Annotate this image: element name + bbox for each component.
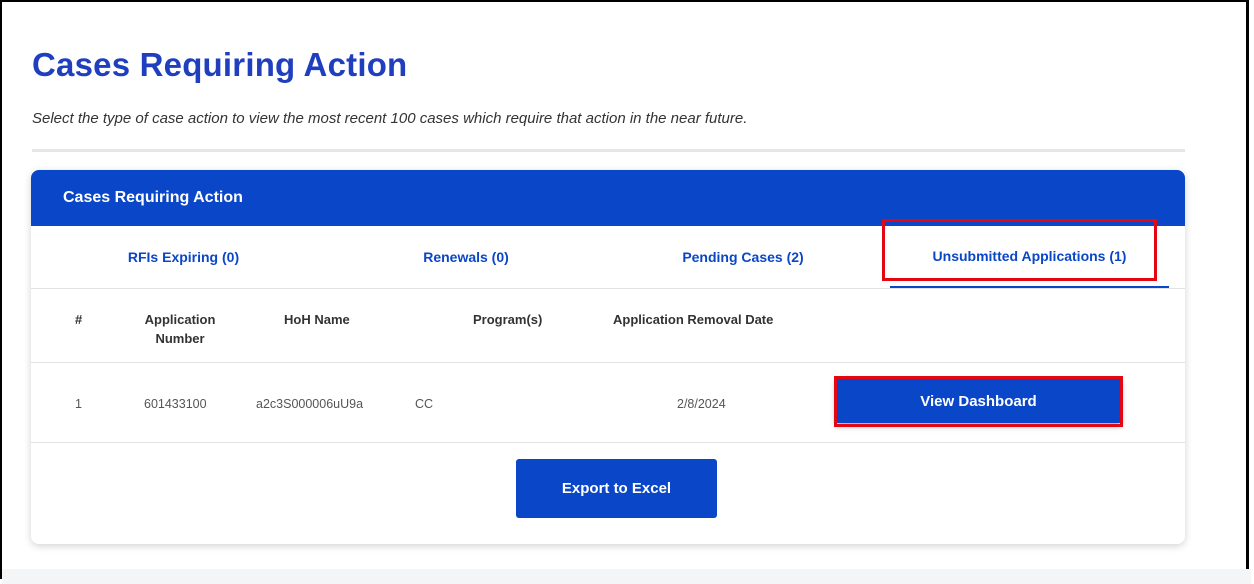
table-row-divider [31, 442, 1185, 443]
card-header: Cases Requiring Action [31, 170, 1185, 226]
view-dashboard-button[interactable]: View Dashboard [836, 379, 1121, 423]
tab-rfis-expiring[interactable]: RFIs Expiring (0) [31, 226, 336, 288]
page-subtitle: Select the type of case action to view t… [32, 110, 748, 127]
case-tabs: RFIs Expiring (0) Renewals (0) Pending C… [31, 226, 1185, 289]
column-header-index: # [75, 312, 83, 327]
page-footer-band [2, 569, 1251, 584]
tab-pending-cases[interactable]: Pending Cases (2) [596, 226, 890, 288]
column-header-hoh-name: HoH Name [284, 312, 350, 327]
card-header-title: Cases Requiring Action [63, 189, 243, 206]
tab-unsubmitted-applications[interactable]: Unsubmitted Applications (1) [890, 226, 1169, 288]
table-header-divider [31, 362, 1185, 363]
title-divider [32, 149, 1185, 152]
page-title: Cases Requiring Action [32, 46, 408, 83]
tab-renewals[interactable]: Renewals (0) [336, 226, 596, 288]
row-hoh-name: a2c3S000006uU9a [256, 397, 364, 411]
row-programs: CC [415, 397, 434, 411]
row-removal-date: 2/8/2024 [677, 397, 726, 411]
column-header-removal-date: Application Removal Date [613, 312, 774, 327]
export-to-excel-button[interactable]: Export to Excel [516, 459, 717, 518]
cases-card: Cases Requiring Action RFIs Expiring (0)… [31, 170, 1185, 544]
row-index: 1 [75, 397, 82, 411]
column-header-application-number: Application Number [144, 312, 216, 346]
column-header-programs: Program(s) [473, 312, 543, 327]
row-application-number: 601433100 [144, 397, 207, 411]
